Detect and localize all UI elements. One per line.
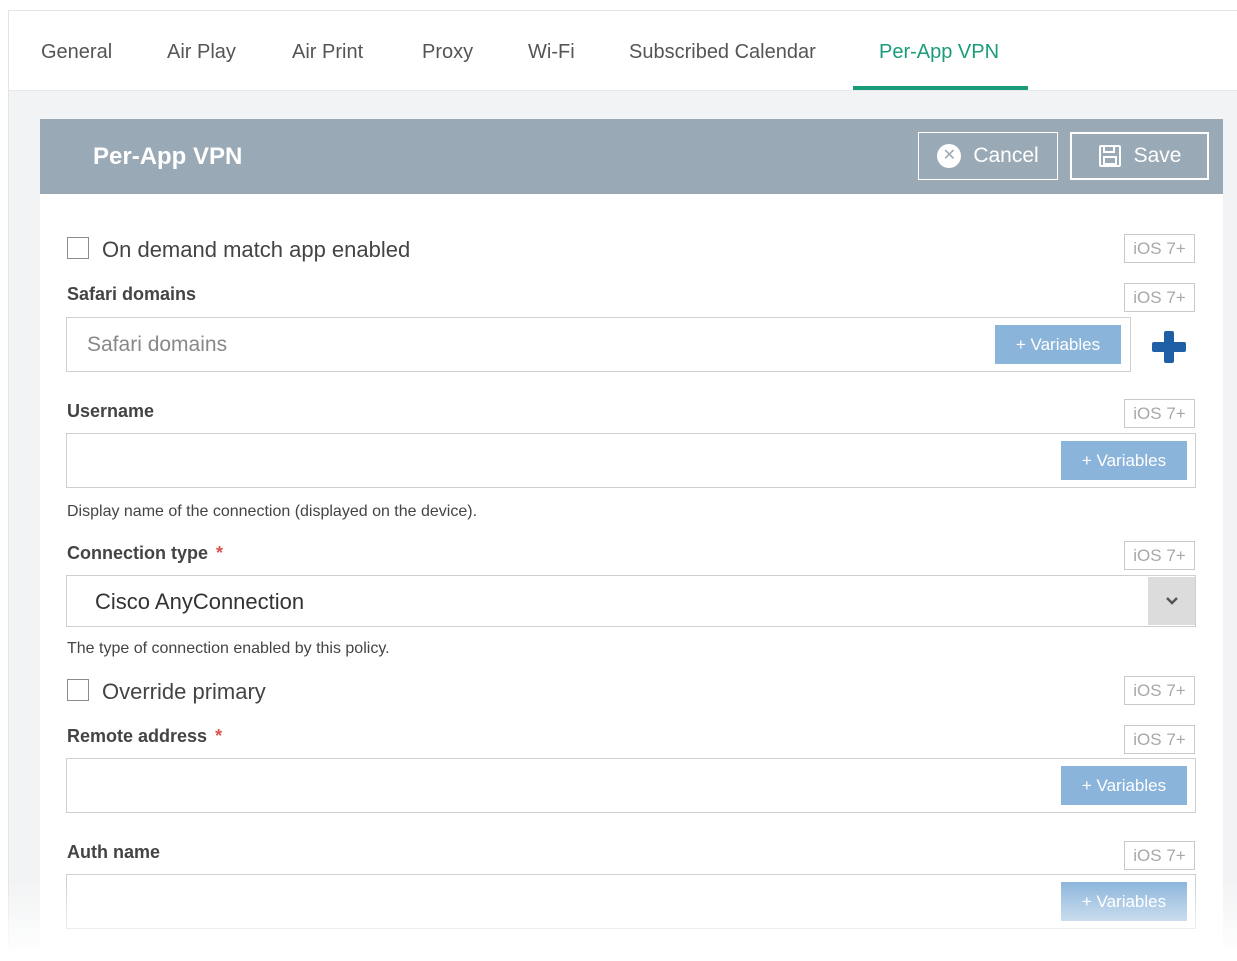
- ios-badge: iOS 7+: [1124, 541, 1195, 570]
- per-app-vpn-panel: Per-App VPN ✕ Cancel Save On demand matc…: [40, 119, 1223, 949]
- cancel-button-label: Cancel: [973, 144, 1039, 167]
- ios-badge: iOS 7+: [1124, 234, 1195, 263]
- panel-title: Per-App VPN: [93, 143, 243, 170]
- safari-domains-label: Safari domains: [67, 284, 197, 304]
- ios-badge: iOS 7+: [1124, 841, 1195, 870]
- tab-proxy[interactable]: Proxy: [422, 11, 473, 91]
- variables-button[interactable]: + Variables: [995, 325, 1121, 364]
- auth-name-label: Auth name: [67, 842, 161, 862]
- connection-type-value: Cisco AnyConnection: [95, 589, 305, 614]
- ios-badge: iOS 7+: [1124, 283, 1195, 312]
- close-circle-icon: ✕: [937, 144, 962, 168]
- override-primary-checkbox[interactable]: [67, 679, 89, 701]
- ios-badge: iOS 7+: [1124, 725, 1195, 754]
- remote-address-label: Remote address *: [67, 726, 222, 747]
- connection-type-label: Connection type *: [67, 543, 223, 564]
- save-button[interactable]: Save: [1070, 132, 1209, 180]
- variables-button[interactable]: + Variables: [1061, 441, 1187, 480]
- dropdown-toggle[interactable]: [1148, 577, 1195, 625]
- panel-header: Per-App VPN ✕ Cancel Save: [40, 119, 1223, 194]
- remote-address-input[interactable]: + Variables: [66, 758, 1196, 813]
- tab-air-play[interactable]: Air Play: [167, 11, 236, 91]
- variables-button[interactable]: + Variables: [1061, 882, 1187, 921]
- required-asterisk: *: [215, 726, 223, 746]
- safari-domains-placeholder: Safari domains: [87, 333, 228, 356]
- chevron-down-icon: [1165, 597, 1178, 605]
- on-demand-label: On demand match app enabled: [102, 237, 411, 262]
- required-asterisk: *: [216, 543, 224, 563]
- tab-subscribed-calendar[interactable]: Subscribed Calendar: [629, 11, 816, 91]
- username-input[interactable]: + Variables: [66, 433, 1196, 488]
- tab-bar: General Air Play Air Print Proxy Wi-Fi S…: [9, 11, 1237, 91]
- active-tab-indicator: [853, 86, 1028, 90]
- ios-badge: iOS 7+: [1124, 676, 1195, 705]
- connection-type-select[interactable]: Cisco AnyConnection: [66, 575, 1196, 627]
- ios-badge: iOS 7+: [1124, 399, 1195, 428]
- tab-per-app-vpn[interactable]: Per-App VPN: [879, 11, 999, 91]
- floppy-disk-icon: [1098, 145, 1121, 167]
- remote-address-label-text: Remote address: [67, 726, 208, 746]
- variables-button[interactable]: + Variables: [1061, 766, 1187, 805]
- safari-domains-input[interactable]: Safari domains + Variables: [66, 317, 1131, 372]
- on-demand-checkbox[interactable]: [67, 237, 89, 259]
- tab-air-print[interactable]: Air Print: [292, 11, 363, 91]
- add-domain-plus-icon[interactable]: [1151, 331, 1187, 363]
- auth-name-input[interactable]: + Variables: [66, 874, 1196, 929]
- username-helper-text: Display name of the connection (displaye…: [67, 503, 478, 520]
- save-button-label: Save: [1133, 144, 1182, 167]
- cancel-button[interactable]: ✕ Cancel: [918, 132, 1058, 180]
- override-primary-label: Override primary: [102, 679, 266, 704]
- tab-wi-fi[interactable]: Wi-Fi: [528, 11, 575, 91]
- tab-general[interactable]: General: [41, 11, 112, 91]
- connection-type-helper-text: The type of connection enabled by this p…: [67, 640, 390, 657]
- connection-type-label-text: Connection type: [67, 543, 209, 563]
- username-label: Username: [67, 401, 155, 421]
